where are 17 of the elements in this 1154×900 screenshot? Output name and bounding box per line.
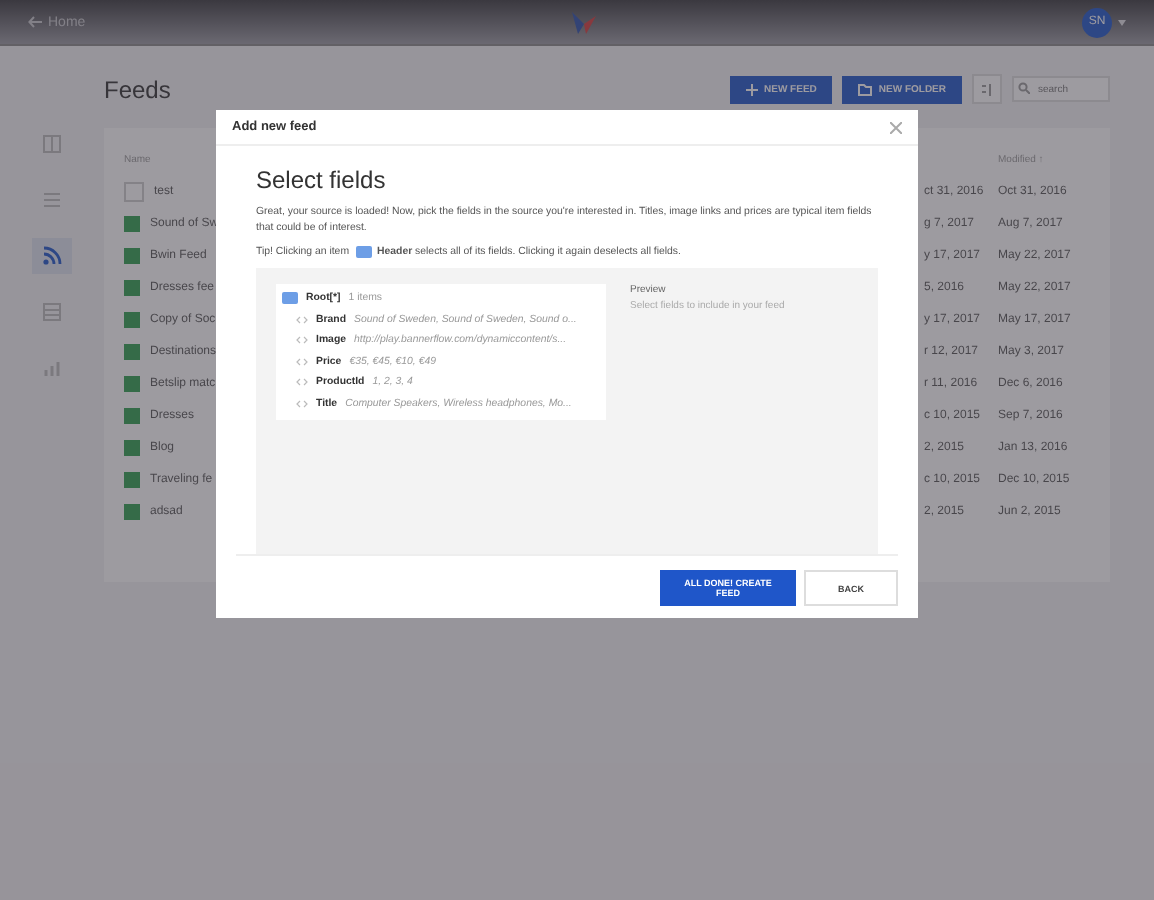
page-title: Feeds: [104, 75, 171, 103]
dialog-heading: Select fields: [256, 166, 388, 194]
caret-icon[interactable]: [1118, 19, 1126, 25]
back-arrow-icon: [28, 16, 42, 28]
view-toggle-button[interactable]: [972, 74, 1002, 104]
rss-icon[interactable]: [32, 238, 72, 274]
code-icon: [296, 336, 308, 345]
code-icon: [296, 357, 308, 366]
root-item-icon: [282, 292, 298, 305]
view-options-icon: [981, 83, 993, 95]
bird-logo-icon: [569, 8, 598, 36]
code-icon: [296, 315, 308, 324]
header-item-icon: [355, 246, 372, 259]
close-button[interactable]: [890, 121, 902, 133]
code-icon: [296, 378, 308, 387]
code-icon: [296, 399, 308, 408]
plus-icon: [746, 83, 758, 95]
